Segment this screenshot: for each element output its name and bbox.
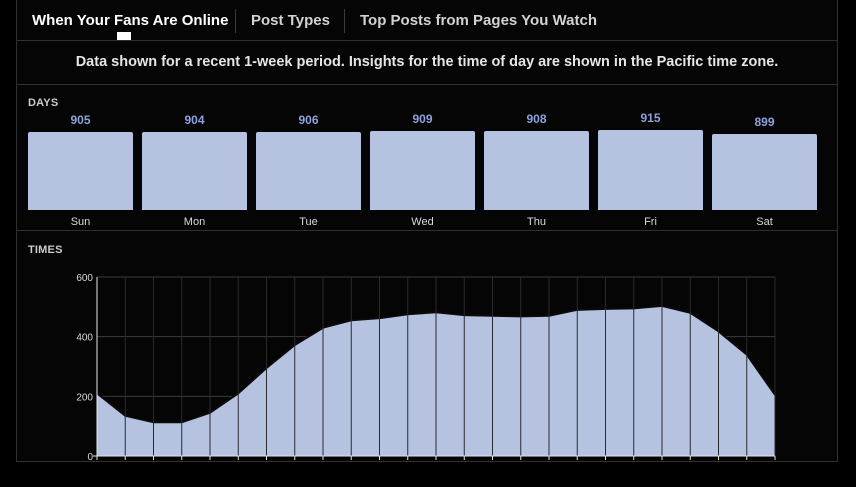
tab-separator (344, 9, 345, 33)
day-column-wed: 909 Wed (370, 110, 475, 230)
day-value-label: 906 (298, 112, 319, 127)
day-label: Tue (299, 216, 318, 228)
day-bar[interactable] (712, 133, 817, 210)
day-bar[interactable] (28, 132, 133, 210)
day-value-label: 909 (412, 112, 433, 126)
day-bar[interactable] (142, 132, 247, 210)
day-value-label: 899 (754, 114, 775, 129)
day-column-fri: 915 Fri (598, 110, 703, 230)
day-bar[interactable] (484, 131, 589, 210)
audience-insights-panel: When Your Fans Are Online Post Types Top… (16, 0, 838, 462)
active-tab-indicator (117, 32, 131, 40)
y-tick-label: 200 (76, 392, 93, 403)
day-label: Fri (644, 216, 657, 228)
day-label: Thu (527, 216, 546, 228)
day-column-sat: 899 Sat (712, 110, 817, 230)
y-tick-label: 600 (76, 273, 93, 284)
y-tick-label: 400 (76, 333, 93, 344)
y-tick-label: 0 (87, 452, 93, 462)
tab-post-types[interactable]: Post Types (251, 12, 330, 29)
day-label: Sat (756, 216, 773, 228)
tab-separator (235, 9, 236, 33)
day-label: Wed (411, 216, 434, 228)
timezone-notice: Data shown for a recent 1-week period. I… (17, 40, 837, 85)
day-column-sun: 905 Sun (28, 110, 133, 230)
day-value-label: 905 (70, 113, 91, 127)
day-column-tue: 906 Tue (256, 110, 361, 230)
times-area-chart: 02004006003:00 AM6:00 AM9:00 AM3:00 PM6:… (76, 273, 776, 462)
day-value-label: 908 (526, 112, 547, 127)
day-bar[interactable] (370, 131, 475, 210)
day-bar[interactable] (256, 131, 361, 210)
tab-when-fans-online[interactable]: When Your Fans Are Online (32, 12, 228, 29)
day-label: Sun (70, 216, 91, 228)
day-value-label: 904 (184, 113, 205, 128)
day-label: Mon (183, 216, 206, 228)
day-column-mon: 904 Mon (142, 110, 247, 230)
day-value-label: 915 (640, 110, 661, 125)
insights-tabs: When Your Fans Are Online Post Types Top… (17, 0, 837, 41)
day-bar[interactable] (598, 129, 703, 210)
days-section-label: DAYS (28, 97, 59, 109)
day-column-thu: 908 Thu (484, 110, 589, 230)
tab-top-posts[interactable]: Top Posts from Pages You Watch (360, 12, 597, 29)
